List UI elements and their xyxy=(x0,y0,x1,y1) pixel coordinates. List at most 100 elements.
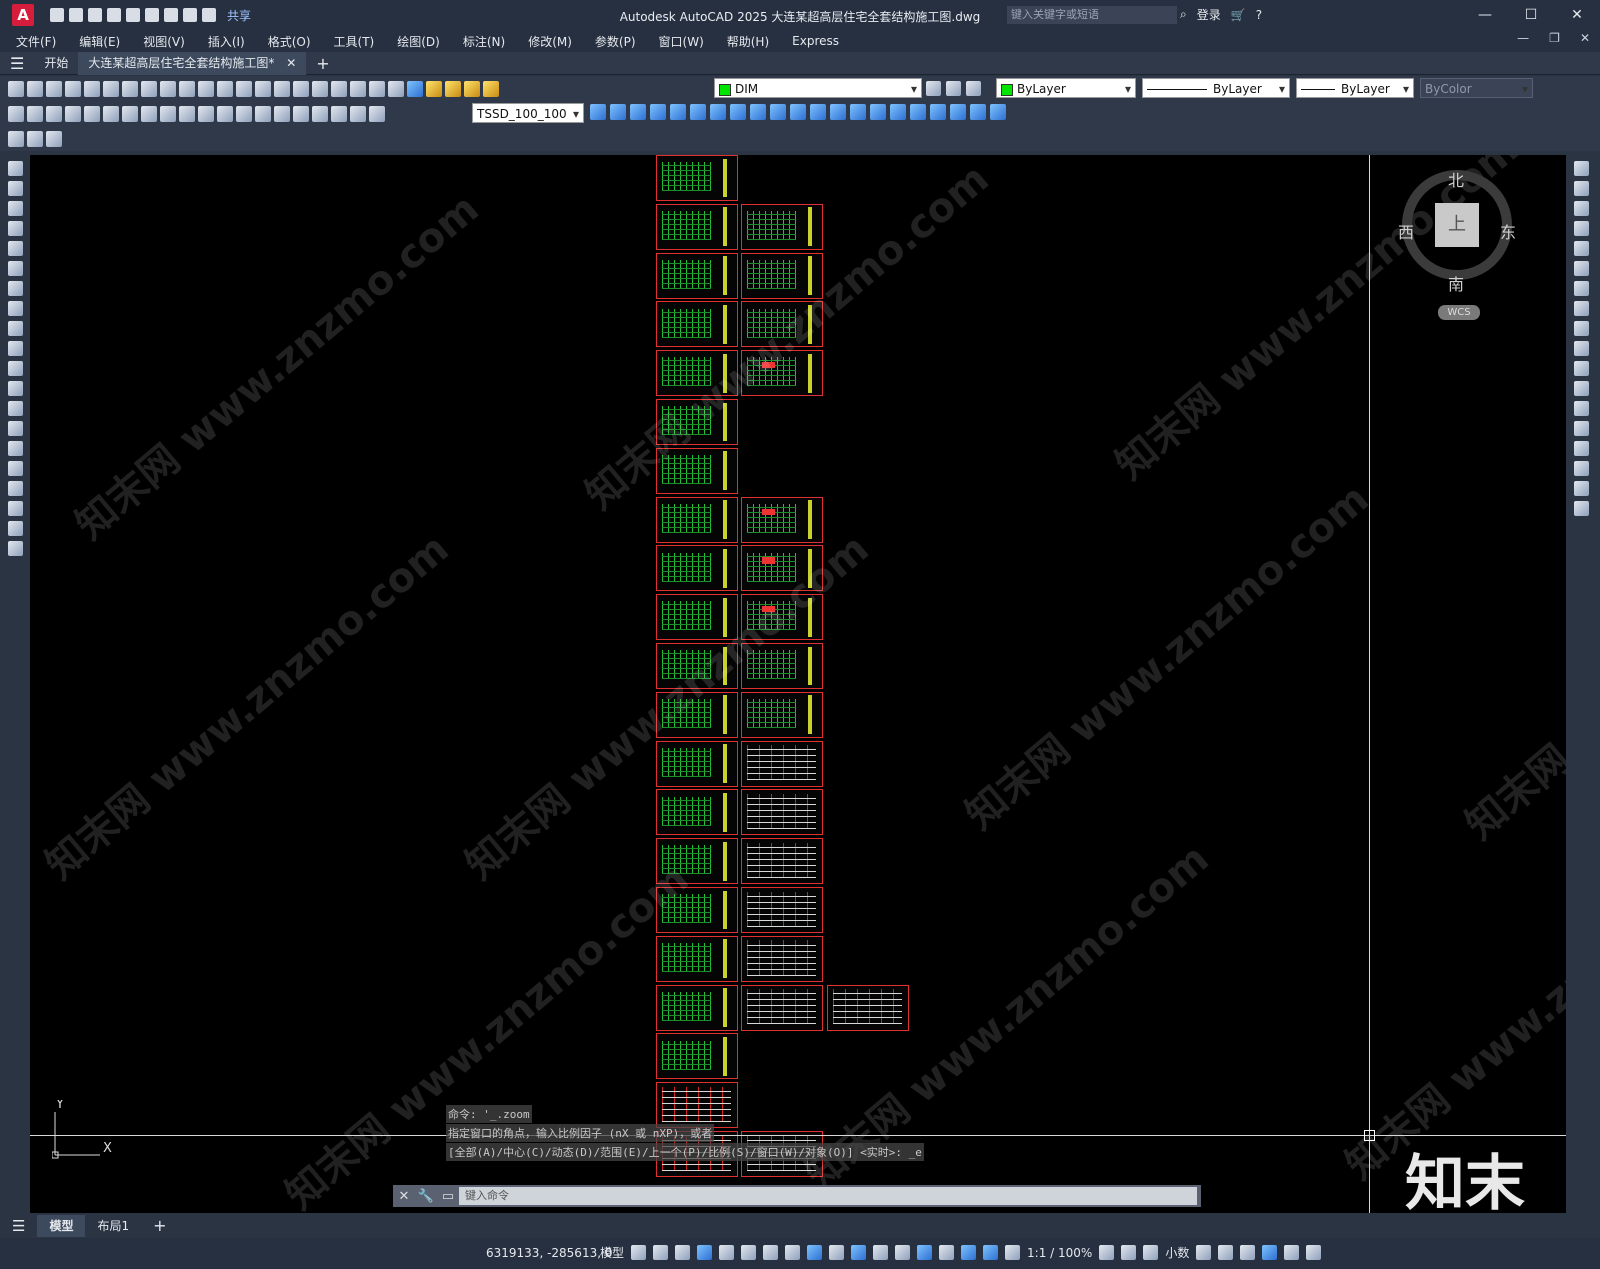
drawing-sheet[interactable] xyxy=(656,1033,738,1080)
viewcube-north[interactable]: 北 xyxy=(1448,167,1464,191)
save-as-icon[interactable] xyxy=(107,8,121,22)
menu-draw[interactable]: 绘图(D) xyxy=(397,33,440,50)
cart-icon[interactable]: 🛒 xyxy=(1231,8,1246,22)
menu-parametric[interactable]: 参数(P) xyxy=(595,33,636,50)
annotation-scale-dropdown[interactable]: 1:1 / 100% xyxy=(1027,1246,1092,1260)
signin-button[interactable]: 登录 xyxy=(1197,6,1221,23)
zoom-realtime-icon[interactable] xyxy=(255,80,271,97)
bring-above-icon[interactable] xyxy=(630,104,646,120)
drawing-sheet[interactable] xyxy=(656,838,738,885)
dimension-update-icon[interactable] xyxy=(369,105,385,122)
polygon-icon[interactable] xyxy=(8,221,23,236)
layer-on-icon[interactable] xyxy=(445,80,461,97)
viewcube-east[interactable]: 东 xyxy=(1500,219,1516,243)
text-to-front-icon[interactable] xyxy=(670,104,686,120)
gizmo-icon[interactable] xyxy=(961,1245,977,1260)
insert-block-icon[interactable] xyxy=(8,381,23,396)
dynamic-input-icon[interactable] xyxy=(697,1245,713,1260)
dynamic-ucs-icon[interactable] xyxy=(917,1245,933,1260)
trim-tool-icon[interactable] xyxy=(1574,341,1589,356)
diameter-icon[interactable] xyxy=(122,105,138,122)
dimension-text-edit-icon[interactable] xyxy=(350,105,366,122)
drawing-sheet[interactable] xyxy=(656,301,738,348)
open-icon[interactable] xyxy=(27,80,43,97)
redo-icon[interactable] xyxy=(217,80,233,97)
units-icon[interactable] xyxy=(1143,1245,1159,1260)
make-current-layer-icon[interactable] xyxy=(926,81,941,96)
break-icon[interactable] xyxy=(236,105,252,122)
redo-icon[interactable] xyxy=(202,8,216,22)
annotation-monitor-icon[interactable] xyxy=(1121,1245,1137,1260)
customization-icon[interactable] xyxy=(1306,1245,1322,1260)
move-tool-icon[interactable] xyxy=(1574,261,1589,276)
angular-icon[interactable] xyxy=(141,105,157,122)
menu-modify[interactable]: 修改(M) xyxy=(528,33,572,50)
construction-line-icon[interactable] xyxy=(8,181,23,196)
drawing-sheet[interactable] xyxy=(741,984,823,1031)
extend-icon[interactable] xyxy=(910,104,926,120)
trim-icon[interactable] xyxy=(890,104,906,120)
tolerance-icon[interactable] xyxy=(255,105,271,122)
close-tab-icon[interactable]: ✕ xyxy=(286,56,296,70)
polar-icon[interactable] xyxy=(741,1245,757,1260)
drawing-sheet[interactable] xyxy=(741,691,823,738)
block-editor-icon[interactable] xyxy=(8,130,24,147)
color-dropdown[interactable]: ByLayer xyxy=(996,78,1136,99)
isolate-objects-icon[interactable] xyxy=(1240,1245,1256,1260)
menu-format[interactable]: 格式(O) xyxy=(268,33,311,50)
drawing-sheet[interactable] xyxy=(656,496,738,543)
add-layout-button[interactable]: + xyxy=(141,1215,178,1237)
quick-dimension-icon[interactable] xyxy=(160,105,176,122)
object-snap-tracking-icon[interactable] xyxy=(785,1245,801,1260)
circle-icon[interactable] xyxy=(8,281,23,296)
scale-icon[interactable] xyxy=(850,104,866,120)
fillet-tool-icon[interactable] xyxy=(1574,461,1589,476)
drawing-sheet[interactable] xyxy=(741,496,823,543)
menu-edit[interactable]: 编辑(E) xyxy=(79,33,120,50)
linetype-dropdown[interactable]: ByLayer xyxy=(1142,78,1290,99)
publish-icon[interactable] xyxy=(103,80,119,97)
object-snap-icon[interactable] xyxy=(807,1245,823,1260)
drawing-sheet[interactable] xyxy=(656,545,738,592)
save-icon[interactable] xyxy=(88,8,102,22)
point-icon[interactable] xyxy=(8,421,23,436)
stretch-icon[interactable] xyxy=(870,104,886,120)
layer-freeze-icon[interactable] xyxy=(464,80,480,97)
copy-object-icon[interactable] xyxy=(730,104,746,120)
match-properties-icon[interactable] xyxy=(179,80,195,97)
drawing-sheet[interactable] xyxy=(656,399,738,445)
dimension-style-dropdown[interactable]: TSSD_100_100 xyxy=(472,103,584,124)
save-icon[interactable] xyxy=(46,80,62,97)
layer-previous-icon[interactable] xyxy=(946,81,961,96)
move-icon[interactable] xyxy=(810,104,826,120)
blend-tool-icon[interactable] xyxy=(1574,481,1589,496)
drawing-sheet[interactable] xyxy=(656,447,738,494)
clean-screen-icon[interactable] xyxy=(1284,1245,1300,1260)
spline-icon[interactable] xyxy=(8,321,23,336)
jogged-icon[interactable] xyxy=(103,105,119,122)
polyline-icon[interactable] xyxy=(8,201,23,216)
doc-close-icon[interactable]: ✕ xyxy=(1580,31,1590,45)
drawing-sheet[interactable] xyxy=(741,252,823,299)
drawing-sheet[interactable] xyxy=(741,301,823,348)
drawing-sheet[interactable] xyxy=(656,350,738,397)
plot-icon[interactable] xyxy=(65,80,81,97)
properties-icon[interactable] xyxy=(312,80,328,97)
coordinate-readout[interactable]: 6319133, -285613, 0 xyxy=(486,1246,612,1260)
zoom-previous-icon[interactable] xyxy=(293,80,309,97)
drawing-sheet[interactable] xyxy=(656,252,738,299)
tab-layout1[interactable]: 布局1 xyxy=(85,1215,141,1237)
units-dropdown[interactable]: 小数 xyxy=(1165,1244,1189,1261)
tab-drawing[interactable]: 大连某超高层住宅全套结构施工图* ✕ xyxy=(78,51,307,75)
ordinate-icon[interactable] xyxy=(65,105,81,122)
viewcube-top-face[interactable]: 上 xyxy=(1435,203,1479,247)
break-tool-icon[interactable] xyxy=(1574,401,1589,416)
center-mark-icon[interactable] xyxy=(274,105,290,122)
extend-tool-icon[interactable] xyxy=(1574,361,1589,376)
help-icon[interactable]: ? xyxy=(1256,8,1262,22)
revision-cloud-icon[interactable] xyxy=(8,301,23,316)
drawing-sheet[interactable] xyxy=(656,887,738,933)
copy-icon[interactable] xyxy=(141,80,157,97)
drawing-sheet[interactable] xyxy=(741,789,823,836)
save-web-icon[interactable] xyxy=(145,8,159,22)
